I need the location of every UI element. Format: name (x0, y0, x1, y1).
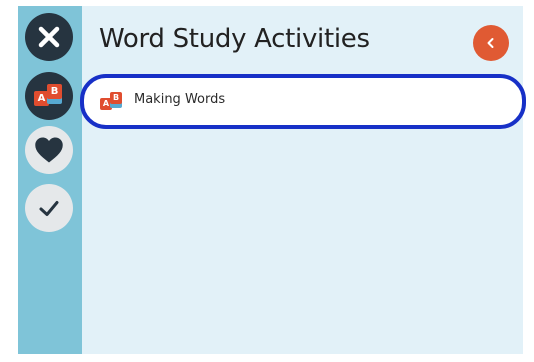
activity-label: Making Words (134, 92, 226, 107)
completed-button[interactable] (25, 184, 73, 232)
favorites-button[interactable] (25, 126, 73, 174)
panel-title: Word Study Activities (99, 24, 370, 54)
activity-item-making-words[interactable]: A B Making Words (80, 74, 526, 129)
letter-tile-b: B (110, 92, 122, 104)
close-button[interactable] (25, 13, 73, 61)
chevron-left-icon (487, 38, 494, 48)
close-icon (38, 26, 60, 48)
side-rail: A B (18, 6, 82, 354)
ab-letters-icon: A B (100, 92, 124, 112)
app-window: A B Word Study Activities A B Making Wor… (18, 6, 526, 354)
heart-icon (35, 137, 63, 163)
word-study-button[interactable]: A B (25, 72, 73, 120)
checkmark-icon (39, 201, 59, 216)
ab-letters-icon: A B (34, 83, 64, 109)
letter-tile-b: B (47, 84, 62, 99)
collapse-panel-button[interactable] (473, 25, 509, 61)
